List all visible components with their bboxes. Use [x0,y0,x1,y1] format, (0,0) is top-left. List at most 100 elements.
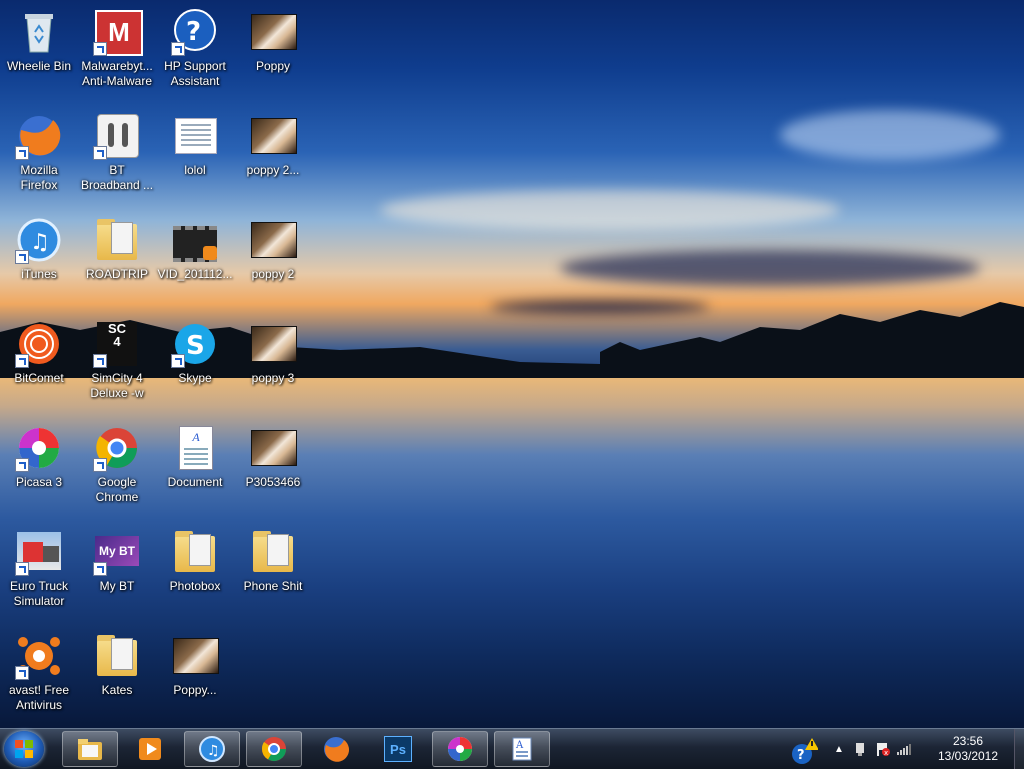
desktop-icon-label: Photobox [169,579,221,593]
image-thumbnail-icon [249,424,297,472]
folder-library-icon [78,739,102,760]
desktop-icon-label: poppy 3 [251,371,295,385]
desktop-icon-label: ROADTRIP [85,267,148,281]
wallpaper-cloud [780,110,1000,160]
desktop-icon[interactable]: avast! Free Antivirus [0,632,78,713]
shortcut-arrow-icon [15,666,29,680]
desktop-icon[interactable]: Mozilla Firefox [0,112,78,193]
taskbar-media-player-button[interactable] [122,731,178,767]
desktop-icon[interactable]: Picasa 3 [0,424,78,490]
desktop-icon[interactable]: poppy 3 [234,320,312,386]
desktop-icon[interactable]: Kates [78,632,156,698]
desktop-icon[interactable]: ♫ iTunes [0,216,78,282]
hp-support-icon: ? [171,8,219,56]
desktop-icon[interactable]: poppy 2 [234,216,312,282]
desktop-icon-label: Phone Shit [243,579,303,593]
picasa-icon [448,737,472,761]
taskbar: ♫ Ps A ? ▲ x 23:56 13/03/2012 [0,728,1024,769]
desktop-icon-label: iTunes [21,267,57,281]
shortcut-arrow-icon [93,146,107,160]
taskbar-chrome-button[interactable] [246,731,302,767]
shortcut-arrow-icon [15,250,29,264]
desktop-icon[interactable]: lolol [156,112,234,178]
desktop-icon[interactable]: poppy 2... [234,112,312,178]
desktop-icon[interactable]: VID_201112... [156,216,234,282]
folder-icon [93,632,141,680]
wordpad-icon: A [512,737,532,761]
image-thumbnail-icon [171,632,219,680]
action-center-flag-icon[interactable]: x [874,741,890,757]
image-thumbnail-icon [249,320,297,368]
svg-text:A: A [515,740,524,751]
desktop-icon-label: lolol [184,163,206,177]
shortcut-arrow-icon [93,562,107,576]
desktop-icon-label: Poppy [255,59,291,73]
folder-icon [93,216,141,264]
shortcut-arrow-icon [15,354,29,368]
euro-truck-icon [15,528,63,576]
recycle-bin-icon [15,8,63,56]
desktop-icon[interactable]: SC 4 SimCity 4 Deluxe -w [78,320,156,401]
taskbar-photoshop-button[interactable]: Ps [370,731,426,767]
itunes-icon: ♫ [199,736,225,762]
desktop-icon-label: Poppy... [173,683,217,697]
svg-text:S: S [186,331,205,361]
desktop-icon-label: poppy 2... [246,163,300,177]
shortcut-arrow-icon [171,354,185,368]
desktop-icon[interactable]: Euro Truck Simulator [0,528,78,609]
desktop-icon[interactable]: Phone Shit [234,528,312,594]
media-player-icon [139,738,161,760]
desktop-icon-label: Kates [101,683,133,697]
bitcomet-icon [15,320,63,368]
desktop-icon-label: P3053466 [245,475,301,489]
desktop-icon[interactable]: ROADTRIP [78,216,156,282]
show-hidden-icons-arrow-icon[interactable]: ▲ [834,744,844,755]
desktop-icon[interactable]: ? HP Support Assistant [156,8,234,89]
folder-icon [249,528,297,576]
desktop-icon[interactable]: M Malwarebyt... Anti-Malware [78,8,156,89]
desktop-icon[interactable]: Google Chrome [78,424,156,505]
desktop-icon[interactable]: My BT My BT [78,528,156,594]
taskbar-clock[interactable]: 23:56 13/03/2012 [928,734,1008,764]
skype-icon: S [171,320,219,368]
taskbar-explorer-button[interactable] [62,731,118,767]
desktop-icon[interactable]: BT Broadband ... [78,112,156,193]
desktop-icon[interactable]: P3053466 [234,424,312,490]
desktop-icon-label: Document [167,475,223,489]
hp-support-tray-icon[interactable]: ? [790,736,818,766]
taskbar-wordpad-button[interactable]: A [494,731,550,767]
desktop-icon-label: VID_201112... [157,267,233,281]
desktop-icon-label: Malwarebyt... Anti-Malware [81,59,153,88]
shortcut-arrow-icon [93,354,107,368]
firefox-icon [15,112,63,160]
desktop-icon[interactable]: BitComet [0,320,78,386]
taskbar-firefox-button[interactable] [308,731,364,767]
desktop-icon[interactable]: Poppy... [156,632,234,698]
itunes-icon: ♫ [15,216,63,264]
desktop-icon[interactable]: Wheelie Bin [0,8,78,74]
desktop-icon[interactable]: Poppy [234,8,312,74]
clock-time: 23:56 [952,734,984,748]
malwarebytes-icon: M [93,8,143,56]
desktop-icon[interactable]: Photobox [156,528,234,594]
svg-text:?: ? [797,748,805,763]
desktop-icon-label: Google Chrome [95,475,139,504]
desktop-icon[interactable]: A Document [156,424,234,490]
start-button[interactable] [4,731,44,767]
usb-device-icon[interactable] [852,741,868,757]
photoshop-icon: Ps [384,736,412,762]
shortcut-arrow-icon [171,42,185,56]
taskbar-picasa-button[interactable] [432,731,488,767]
video-file-icon [171,216,219,264]
my-bt-icon: My BT [93,528,141,576]
image-thumbnail-icon [249,216,297,264]
desktop-icon[interactable]: S Skype [156,320,234,386]
taskbar-itunes-button[interactable]: ♫ [184,731,240,767]
desktop-icon-label: SimCity 4 Deluxe -w [90,371,144,400]
bt-broadband-icon [93,112,141,160]
desktop-icon-label: Picasa 3 [15,475,63,489]
show-desktop-button[interactable] [1014,729,1024,769]
svg-text:♫: ♫ [30,230,50,255]
clock-date: 13/03/2012 [937,749,999,763]
network-signal-icon[interactable] [896,741,912,757]
